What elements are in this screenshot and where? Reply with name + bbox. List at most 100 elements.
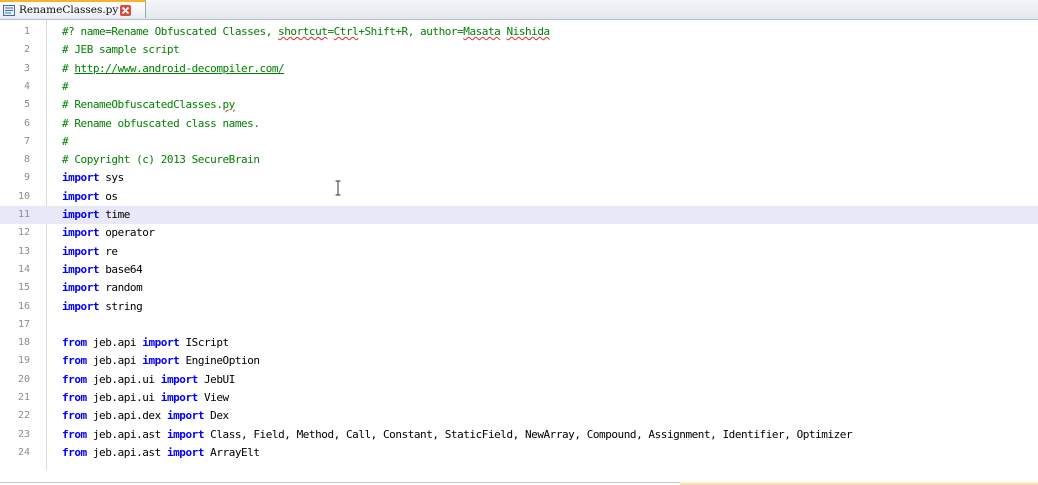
module-path: jeb.api.dex xyxy=(86,409,167,423)
line-number: 9 xyxy=(23,172,30,184)
code-line[interactable]: 22 from jeb.api.dex import Dex xyxy=(0,407,1038,425)
line-number: 8 xyxy=(23,154,30,166)
code-line[interactable]: 4 # xyxy=(0,78,1038,96)
code-line[interactable]: 23 from jeb.api.ast import Class, Field, … xyxy=(0,426,1038,444)
code-text[interactable]: import random xyxy=(62,279,143,297)
keyword-from: from xyxy=(62,427,87,441)
code-text[interactable]: from jeb.api.ui import View xyxy=(62,389,229,407)
line-number: 17 xyxy=(17,318,30,330)
code-editor[interactable]: 1 #? name=Rename Obfuscated Classes, shor… xyxy=(0,20,1038,470)
code-line[interactable]: 7 # xyxy=(0,133,1038,151)
spellcheck-word: Nishida xyxy=(506,25,551,38)
code-line[interactable]: 6 # Rename obfuscated class names. xyxy=(0,115,1038,133)
imported-names: View xyxy=(197,391,229,404)
keyword-import: import xyxy=(62,244,100,258)
code-text[interactable]: #? name=Rename Obfuscated Classes, short… xyxy=(62,23,550,41)
code-line[interactable]: 3 # http://www.android-decompiler.com/ xyxy=(0,60,1038,78)
code-line[interactable]: 11 import time xyxy=(0,206,1038,225)
close-icon[interactable] xyxy=(120,4,132,16)
code-line[interactable]: 17 xyxy=(0,316,1038,334)
line-number: 12 xyxy=(17,227,30,239)
code-text[interactable]: import os xyxy=(62,188,118,206)
code-text[interactable]: from jeb.api import IScript xyxy=(62,334,229,352)
python-file-icon xyxy=(3,4,15,16)
comment-text: # Copyright (c) 2013 SecureBrain xyxy=(62,153,260,167)
code-text[interactable]: from jeb.api import EngineOption xyxy=(62,352,260,370)
code-line[interactable]: 21 from jeb.api.ui import View xyxy=(0,389,1038,407)
line-number: 11 xyxy=(17,209,30,220)
code-text[interactable]: # http://www.android-decompiler.com/ xyxy=(62,60,285,78)
module-name: operator xyxy=(99,226,155,240)
comment-text: # xyxy=(62,134,69,148)
code-text[interactable]: # JEB sample script xyxy=(62,41,180,59)
line-number: 10 xyxy=(17,190,30,202)
comment-text: # RenameObfuscatedClasses.py xyxy=(62,98,235,112)
line-number: 22 xyxy=(17,410,30,422)
tab-renameclasses[interactable]: RenameClasses.py xyxy=(0,0,146,18)
code-text[interactable]: from jeb.api.ui import JebUI xyxy=(62,371,235,389)
code-text[interactable]: from jeb.api.dex import Dex xyxy=(62,407,229,425)
keyword-from: from xyxy=(62,354,87,368)
module-name: string xyxy=(99,299,143,313)
code-line[interactable]: 12 import operator xyxy=(0,224,1038,242)
code-text[interactable]: from jeb.api.ast import ArrayElt xyxy=(62,444,260,462)
code-line[interactable]: 20 from jeb.api.ui import JebUI xyxy=(0,371,1038,389)
spellcheck-word: Ctrl xyxy=(333,25,359,38)
code-text[interactable]: from jeb.api.ast import Class, Field, Me… xyxy=(62,426,853,444)
keyword-from: from xyxy=(62,336,87,350)
keyword-import: import xyxy=(142,354,180,368)
imported-names: EngineOption xyxy=(179,354,260,368)
code-text[interactable]: # Rename obfuscated class names. xyxy=(62,115,260,133)
line-number: 6 xyxy=(23,117,30,129)
line-number: 15 xyxy=(17,282,30,294)
code-line[interactable]: 10 import os xyxy=(0,188,1038,206)
keyword-import: import xyxy=(62,226,100,240)
code-line[interactable]: 19 from jeb.api import EngineOption xyxy=(0,352,1038,370)
divider xyxy=(0,482,680,483)
comment-text: # xyxy=(62,61,75,75)
code-text[interactable]: # Copyright (c) 2013 SecureBrain xyxy=(62,151,260,169)
imported-names: ArrayElt xyxy=(204,445,260,459)
code-text[interactable]: import base64 xyxy=(62,261,143,279)
code-text[interactable]: # RenameObfuscatedClasses.py xyxy=(62,96,235,114)
comment-link[interactable]: http://www.android-decompiler.com/ xyxy=(74,62,284,75)
keyword-from: from xyxy=(62,372,87,386)
code-text[interactable]: # xyxy=(62,133,69,151)
code-text[interactable]: import operator xyxy=(62,224,155,242)
comment-text: # JEB sample script xyxy=(62,43,180,57)
line-number: 18 xyxy=(17,337,30,349)
imported-names: IScript xyxy=(179,336,229,350)
imported-names: JebUI xyxy=(197,372,235,386)
module-path: jeb.api xyxy=(86,336,143,350)
code-line[interactable]: 1 #? name=Rename Obfuscated Classes, shor… xyxy=(0,23,1038,41)
code-line[interactable]: 9 import sys xyxy=(0,169,1038,187)
module-name: time xyxy=(99,208,130,221)
line-number: 14 xyxy=(17,263,30,275)
code-text[interactable]: # xyxy=(62,78,69,96)
line-number: 19 xyxy=(17,355,30,367)
line-number: 13 xyxy=(17,245,30,257)
keyword-import: import xyxy=(166,409,204,423)
line-number: 16 xyxy=(17,300,30,312)
code-line[interactable]: 8 # Copyright (c) 2013 SecureBrain xyxy=(0,151,1038,169)
code-line[interactable]: 24 from jeb.api.ast import ArrayElt xyxy=(0,444,1038,462)
line-number: 20 xyxy=(17,373,30,385)
code-text[interactable]: import sys xyxy=(62,169,124,187)
code-line[interactable]: 13 import re xyxy=(0,243,1038,261)
code-line[interactable]: 15 import random xyxy=(0,279,1038,297)
keyword-from: from xyxy=(62,409,87,423)
keyword-import: import xyxy=(62,281,100,295)
code-line[interactable]: 18 from jeb.api import IScript xyxy=(0,334,1038,352)
line-number: 24 xyxy=(17,446,30,458)
keyword-import: import xyxy=(160,391,198,404)
code-text[interactable]: import string xyxy=(62,298,143,316)
code-line[interactable]: 2 # JEB sample script xyxy=(0,41,1038,59)
code-line[interactable]: 5 # RenameObfuscatedClasses.py xyxy=(0,96,1038,114)
code-line[interactable]: 16 import string xyxy=(0,298,1038,316)
keyword-import: import xyxy=(166,427,204,441)
code-text[interactable]: import time xyxy=(62,206,130,224)
code-line[interactable]: 14 import base64 xyxy=(0,261,1038,279)
module-path: jeb.api.ui xyxy=(86,372,161,386)
module-path: jeb.api.ast xyxy=(86,427,167,441)
code-text[interactable]: import re xyxy=(62,243,118,261)
